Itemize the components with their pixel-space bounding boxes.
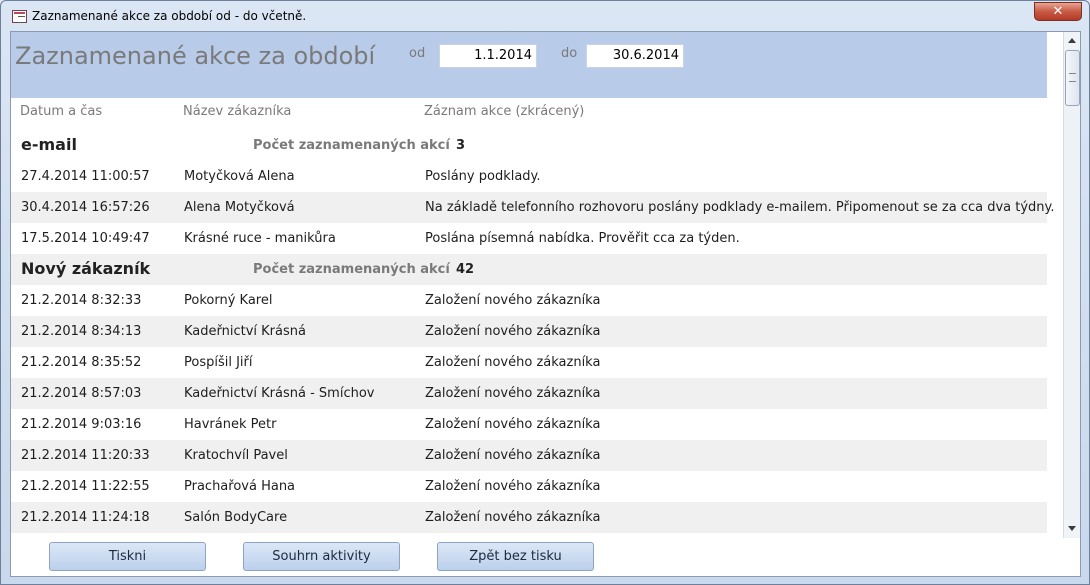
report-rows: e-mail Počet zaznamenaných akcí 3 27.4.2… — [11, 130, 1055, 533]
date-to-label: do — [561, 46, 578, 61]
report-client-area: Zaznamenané akce za období od 1.1.2014 d… — [10, 31, 1081, 577]
row-datetime: 21.2.2014 8:35:52 — [21, 355, 142, 370]
row-datetime: 21.2.2014 11:20:33 — [21, 448, 150, 463]
row-datetime: 21.2.2014 8:34:13 — [21, 324, 142, 339]
row-record: Založení nového zákazníka — [425, 293, 601, 308]
back-without-print-button[interactable]: Zpět bez tisku — [437, 542, 594, 571]
title-bar: Zaznamenané akce za období od - do včetn… — [1, 1, 1089, 31]
row-record: Založení nového zákazníka — [425, 479, 601, 494]
row-customer: Pospíšil Jiří — [184, 355, 253, 370]
row-record: Založení nového zákazníka — [425, 417, 601, 432]
date-from-label: od — [409, 46, 426, 61]
table-row[interactable]: 21.2.2014 9:03:16 Havránek Petr Založení… — [11, 409, 1047, 440]
table-row[interactable]: 21.2.2014 11:22:55 Prachařová Hana Založ… — [11, 471, 1047, 502]
report-header: Zaznamenané akce za období od 1.1.2014 d… — [11, 32, 1047, 98]
table-row[interactable]: 21.2.2014 11:24:18 Salón BodyCare Založe… — [11, 502, 1047, 533]
row-record: Poslána písemná nabídka. Prověřit cca za… — [425, 231, 740, 246]
group-count-value: 3 — [456, 138, 466, 153]
row-datetime: 30.4.2014 16:57:26 — [21, 200, 150, 215]
row-customer: Motyčková Alena — [184, 169, 295, 184]
row-datetime: 21.2.2014 8:57:03 — [21, 386, 142, 401]
row-customer: Pokorný Karel — [184, 293, 273, 308]
row-datetime: 21.2.2014 11:24:18 — [21, 510, 150, 525]
row-record: Založení nového zákazníka — [425, 510, 601, 525]
row-record: Založení nového zákazníka — [425, 355, 601, 370]
scroll-up-arrow-icon[interactable] — [1064, 32, 1080, 49]
window-title: Zaznamenané akce za období od - do včetn… — [32, 9, 307, 23]
group-header-email: e-mail Počet zaznamenaných akcí 3 — [11, 130, 1047, 161]
row-customer: Kadeřnictví Krásná — [184, 324, 306, 339]
page-title: Zaznamenané akce za období — [15, 42, 376, 70]
row-customer: Alena Motyčková — [184, 200, 295, 215]
group-name: e-mail — [21, 135, 77, 154]
row-datetime: 27.4.2014 11:00:57 — [21, 169, 150, 184]
row-record: Založení nového zákazníka — [425, 448, 601, 463]
table-row[interactable]: 27.4.2014 11:00:57 Motyčková Alena Poslá… — [11, 161, 1047, 192]
activity-summary-button[interactable]: Souhrn aktivity — [243, 542, 400, 571]
close-icon: ✕ — [1052, 4, 1064, 19]
column-header-record: Záznam akce (zkrácený) — [424, 104, 585, 119]
row-datetime: 21.2.2014 11:22:55 — [21, 479, 150, 494]
group-name: Nový zákazník — [21, 259, 151, 278]
column-header-datetime: Datum a čas — [20, 104, 103, 119]
table-row[interactable]: 21.2.2014 11:20:33 Kratochvíl Pavel Zalo… — [11, 440, 1047, 471]
report-window: Zaznamenané akce za období od - do včetn… — [0, 0, 1090, 585]
row-record: Založení nového zákazníka — [425, 386, 601, 401]
column-header-customer: Název zákazníka — [183, 104, 292, 119]
row-datetime: 17.5.2014 10:49:47 — [21, 231, 150, 246]
vertical-scrollbar[interactable] — [1063, 32, 1080, 538]
row-customer: Salón BodyCare — [184, 510, 288, 525]
group-count-label: Počet zaznamenaných akcí — [253, 262, 450, 277]
footer-bar: Tiskni Souhrn aktivity Zpět bez tisku — [11, 538, 1080, 576]
row-datetime: 21.2.2014 9:03:16 — [21, 417, 142, 432]
row-record: Poslány podklady. — [425, 169, 541, 184]
row-customer: Havránek Petr — [184, 417, 277, 432]
row-customer: Krásné ruce - manikůra — [184, 231, 336, 246]
table-row[interactable]: 21.2.2014 8:35:52 Pospíšil Jiří Založení… — [11, 347, 1047, 378]
scrollbar-thumb[interactable] — [1065, 50, 1080, 106]
print-button[interactable]: Tiskni — [49, 542, 206, 571]
row-record: Na základě telefonního rozhovoru poslány… — [425, 200, 1055, 215]
group-count-label: Počet zaznamenaných akcí — [253, 138, 450, 153]
date-to-field[interactable]: 30.6.2014 — [586, 44, 684, 68]
table-row[interactable]: 21.2.2014 8:32:33 Pokorný Karel Založení… — [11, 285, 1047, 316]
group-count-value: 42 — [456, 262, 475, 277]
scroll-down-arrow-icon[interactable] — [1064, 520, 1080, 537]
table-row[interactable]: 17.5.2014 10:49:47 Krásné ruce - manikůr… — [11, 223, 1047, 254]
table-row[interactable]: 30.4.2014 16:57:26 Alena Motyčková Na zá… — [11, 192, 1055, 223]
group-header-new-customer: Nový zákazník Počet zaznamenaných akcí 4… — [11, 254, 1047, 285]
row-datetime: 21.2.2014 8:32:33 — [21, 293, 142, 308]
date-from-field[interactable]: 1.1.2014 — [439, 44, 537, 68]
close-button[interactable]: ✕ — [1034, 2, 1082, 21]
form-icon — [12, 10, 27, 23]
row-customer: Prachařová Hana — [184, 479, 296, 494]
row-customer: Kratochvíl Pavel — [184, 448, 288, 463]
table-row[interactable]: 21.2.2014 8:57:03 Kadeřnictví Krásná - S… — [11, 378, 1047, 409]
table-row[interactable]: 21.2.2014 8:34:13 Kadeřnictví Krásná Zal… — [11, 316, 1047, 347]
row-record: Založení nového zákazníka — [425, 324, 601, 339]
row-customer: Kadeřnictví Krásná - Smíchov — [184, 386, 375, 401]
